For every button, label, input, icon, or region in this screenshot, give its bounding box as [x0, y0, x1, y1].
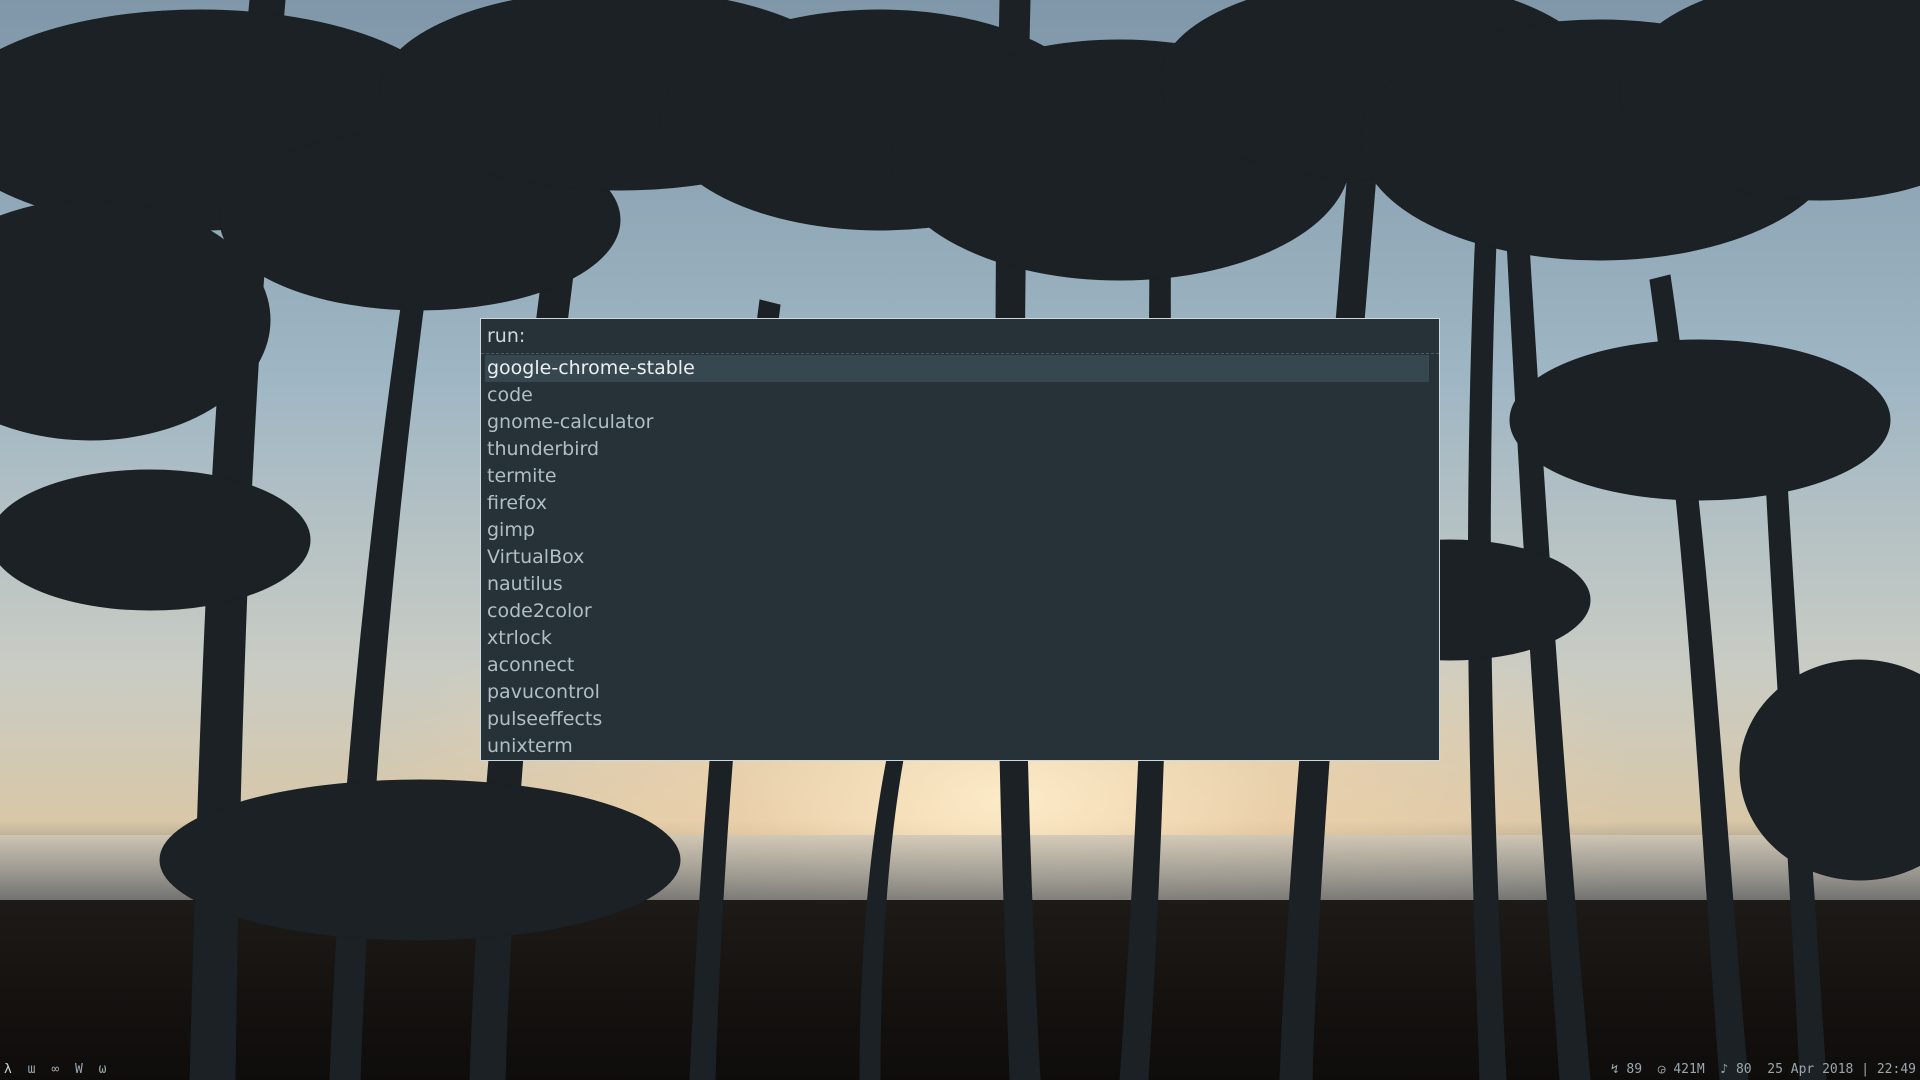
list-item[interactable]: gnome-calculator — [485, 409, 1429, 436]
list-item[interactable]: termite — [485, 463, 1429, 490]
status-bar: λ ա ∞ W ω ↯ 89 ◶ 421M ♪ 80 25 Apr 2018 |… — [0, 1060, 1920, 1080]
list-item[interactable]: google-chrome-stable — [485, 355, 1429, 382]
list-item[interactable]: pulseeffects — [485, 706, 1429, 733]
run-command-input[interactable] — [529, 323, 1409, 349]
workspace-item[interactable]: W — [75, 1062, 83, 1077]
command-list: google-chrome-stable code gnome-calculat… — [485, 355, 1429, 760]
separator: | — [1861, 1062, 1870, 1077]
list-item[interactable]: nautilus — [485, 571, 1429, 598]
list-item[interactable]: code — [485, 382, 1429, 409]
list-item[interactable]: code2color — [485, 598, 1429, 625]
run-launcher-dialog: run: google-chrome-stable code gnome-cal… — [480, 318, 1440, 761]
list-item[interactable]: aconnect — [485, 652, 1429, 679]
list-item[interactable]: unixterm — [485, 733, 1429, 760]
prompt-row: run: — [481, 319, 1439, 354]
memory-indicator: ◶ 421M — [1657, 1062, 1705, 1077]
date-display: 25 Apr 2018 — [1767, 1062, 1854, 1077]
list-item[interactable]: pavucontrol — [485, 679, 1429, 706]
workspace-item[interactable]: ∞ — [51, 1062, 59, 1077]
battery-indicator: ↯ 89 — [1610, 1062, 1643, 1077]
workspace-list: λ ա ∞ W ω — [4, 1062, 114, 1077]
list-item[interactable]: gimp — [485, 517, 1429, 544]
list-item[interactable]: VirtualBox — [485, 544, 1429, 571]
list-item[interactable]: thunderbird — [485, 436, 1429, 463]
list-item[interactable]: xtrlock — [485, 625, 1429, 652]
list-item[interactable]: firefox — [485, 490, 1429, 517]
prompt-label: run: — [487, 325, 526, 347]
system-info: ↯ 89 ◶ 421M ♪ 80 25 Apr 2018 | 22:49 — [1611, 1062, 1916, 1077]
volume-indicator: ♪ 80 — [1720, 1062, 1752, 1077]
workspace-item[interactable]: λ — [4, 1062, 12, 1077]
workspace-item[interactable]: ω — [99, 1062, 107, 1077]
clock: 22:49 — [1876, 1062, 1916, 1077]
workspace-item[interactable]: ա — [28, 1062, 36, 1077]
